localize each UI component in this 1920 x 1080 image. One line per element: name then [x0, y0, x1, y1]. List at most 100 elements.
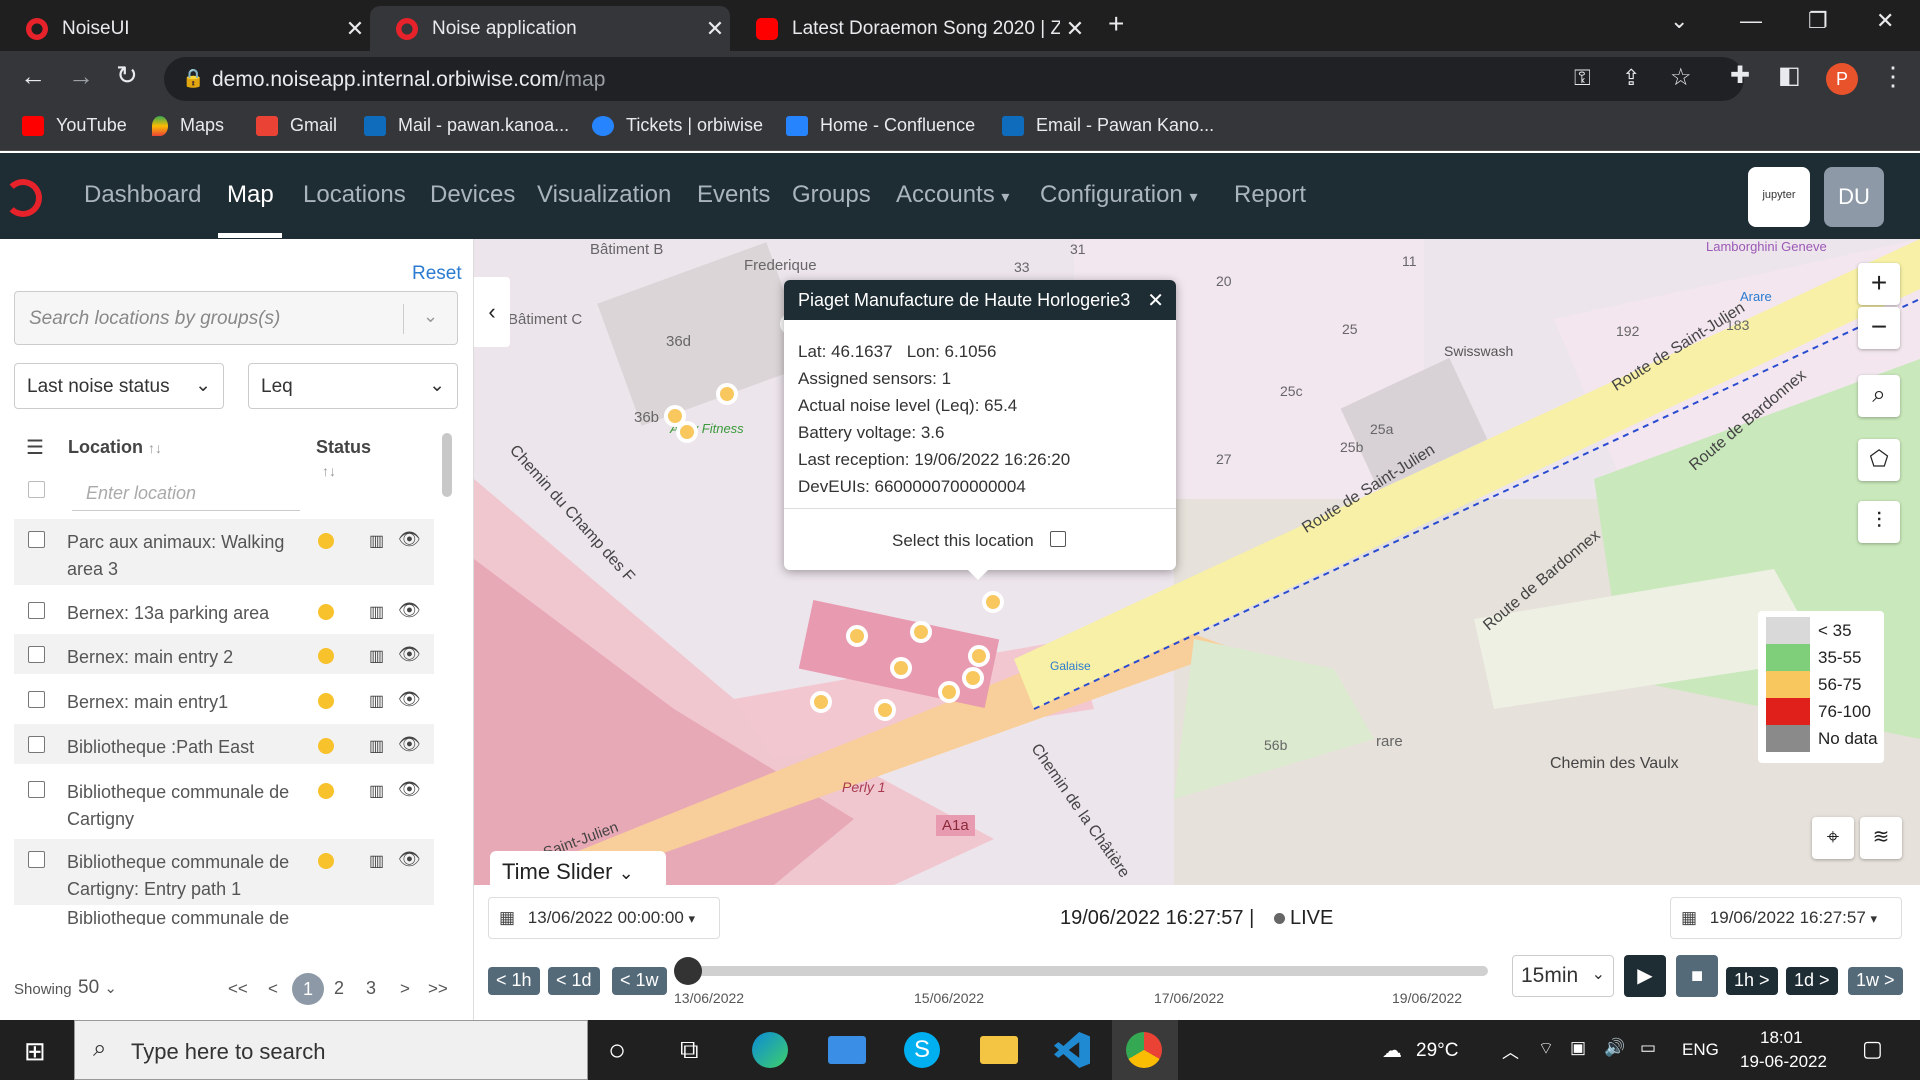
close-icon[interactable]: ✕ — [700, 16, 730, 42]
list-sort-icon[interactable]: ☰ — [26, 435, 44, 460]
live-label[interactable]: LIVE — [1290, 907, 1333, 930]
end-date-picker[interactable]: ▦ 19/06/2022 16:27:57 ▾ — [1670, 897, 1902, 939]
nav-devices[interactable]: Devices — [430, 181, 515, 209]
reset-link[interactable]: Reset — [412, 263, 462, 285]
nav-configuration[interactable]: Configuration ▾ — [1040, 181, 1197, 209]
list-item[interactable]: Bernex: main entry1 ▥ 👁 — [14, 679, 434, 719]
play-button[interactable]: ▶ — [1624, 955, 1666, 997]
cortana-icon[interactable]: ○ — [608, 1034, 626, 1068]
location-marker[interactable] — [982, 591, 1004, 613]
file-explorer-icon[interactable] — [980, 1036, 1018, 1064]
back-1h-button[interactable]: < 1h — [488, 967, 540, 995]
zoom-in-button[interactable]: + — [1858, 263, 1900, 305]
chart-icon[interactable]: ▥ — [369, 691, 384, 711]
show-hidden-icon[interactable]: ︿ — [1502, 1038, 1519, 1063]
window-close-icon[interactable]: ✕ — [1876, 8, 1894, 34]
row-checkbox[interactable] — [28, 646, 45, 663]
tab-search-icon[interactable]: ⌄ — [1670, 8, 1688, 34]
nav-map[interactable]: Map — [227, 181, 274, 209]
nav-accounts[interactable]: Accounts ▾ — [896, 181, 1009, 209]
chart-icon[interactable]: ▥ — [369, 851, 384, 871]
search-icon[interactable]: ⌕ — [1858, 375, 1900, 417]
location-marker[interactable] — [874, 699, 896, 721]
row-checkbox[interactable] — [28, 602, 45, 619]
nav-visualization[interactable]: Visualization — [537, 181, 671, 209]
heatmap-toggle-icon[interactable]: ≋ — [1860, 817, 1902, 859]
interval-select[interactable]: 15min ⌄ — [1512, 955, 1614, 997]
close-icon[interactable]: ✕ — [1147, 288, 1164, 313]
page-3-button[interactable]: 3 — [366, 978, 376, 999]
battery-icon[interactable]: ▭ — [1640, 1038, 1656, 1058]
row-checkbox[interactable] — [28, 691, 45, 708]
time-slider-track[interactable] — [684, 966, 1488, 976]
time-slider-toggle[interactable]: Time Slider ⌄ — [490, 851, 666, 885]
tab-noiseui[interactable]: NoiseUI ✕ — [0, 6, 370, 51]
time-slider-handle[interactable] — [674, 957, 702, 985]
nav-dashboard[interactable]: Dashboard — [84, 181, 201, 209]
star-icon[interactable]: ☆ — [1670, 63, 1692, 92]
minimize-icon[interactable]: — — [1740, 8, 1762, 34]
back-1d-button[interactable]: < 1d — [548, 967, 600, 995]
location-marker[interactable] — [890, 657, 912, 679]
side-panel-icon[interactable]: ◧ — [1778, 61, 1801, 90]
nav-report[interactable]: Report — [1234, 181, 1306, 209]
app-logo-icon[interactable] — [4, 179, 42, 217]
row-checkbox[interactable] — [28, 531, 45, 548]
stop-button[interactable]: ■ — [1676, 955, 1718, 997]
chart-icon[interactable]: ▥ — [369, 781, 384, 801]
new-tab-button[interactable]: + — [1108, 8, 1124, 40]
nav-events[interactable]: Events — [697, 181, 770, 209]
bookmark-maps[interactable]: Maps — [152, 115, 224, 136]
eye-icon[interactable]: 👁 — [398, 600, 421, 621]
skype-icon[interactable]: S — [904, 1032, 940, 1068]
volume-icon[interactable]: 🔊 — [1604, 1038, 1625, 1058]
wifi-icon[interactable]: ⌔ — [1538, 1038, 1554, 1059]
share-icon[interactable]: ⇪ — [1622, 65, 1640, 91]
zoom-out-button[interactable]: − — [1858, 307, 1900, 349]
forward-1w-button[interactable]: 1w > — [1848, 967, 1903, 995]
polygon-select-icon[interactable]: ⬠ — [1858, 439, 1900, 481]
location-column-header[interactable]: Location ↑↓ — [68, 437, 162, 458]
select-location-checkbox[interactable] — [1050, 531, 1066, 547]
bookmark-email[interactable]: Email - Pawan Kano... — [1002, 115, 1214, 136]
next-page-button[interactable]: > — [400, 979, 410, 999]
bookmark-tickets[interactable]: Tickets | orbiwise — [592, 115, 763, 136]
list-item[interactable]: Bibliotheque communale de Cartigny ▥ 👁 — [14, 769, 434, 835]
close-icon[interactable]: ✕ — [340, 16, 370, 42]
location-marker[interactable] — [846, 625, 868, 647]
network-icon[interactable]: ▣ — [1570, 1038, 1586, 1058]
list-item[interactable]: Parc aux animaux: Walking area 3 ▥ 👁 — [14, 519, 434, 585]
profile-avatar[interactable]: P — [1826, 63, 1858, 95]
eye-icon[interactable]: 👁 — [398, 644, 421, 665]
user-avatar[interactable]: DU — [1824, 167, 1884, 227]
prev-page-button[interactable]: < — [268, 979, 278, 999]
list-item[interactable]: Bibliotheque :Path East ▥ 👁 — [14, 724, 434, 764]
chart-icon[interactable]: ▥ — [369, 602, 384, 622]
page-2-button[interactable]: 2 — [334, 978, 344, 999]
eye-icon[interactable]: 👁 — [398, 849, 421, 870]
list-item[interactable]: Bernex: 13a parking area ▥ 👁 — [14, 590, 434, 630]
start-date-picker[interactable]: ▦ 13/06/2022 00:00:00 ▾ — [488, 897, 720, 939]
row-checkbox[interactable] — [28, 736, 45, 753]
group-search-input[interactable]: Search locations by groups(s) ⌄ — [14, 291, 458, 345]
location-marker[interactable] — [968, 645, 990, 667]
list-scrollbar[interactable] — [442, 433, 452, 497]
chart-icon[interactable]: ▥ — [369, 646, 384, 666]
tab-noise-application[interactable]: Noise application ✕ — [370, 6, 730, 51]
windows-start-icon[interactable]: ⊞ — [24, 1036, 46, 1067]
bookmark-youtube[interactable]: YouTube — [22, 115, 127, 136]
last-page-button[interactable]: >> — [428, 979, 448, 999]
restore-icon[interactable]: ❐ — [1808, 8, 1828, 34]
menu-icon[interactable]: ⋮ — [1880, 61, 1906, 92]
eye-icon[interactable]: 👁 — [398, 734, 421, 755]
clock-date[interactable]: 19-06-2022 — [1740, 1052, 1827, 1072]
metric-select[interactable]: Leq ⌄ — [248, 363, 458, 409]
jupyter-button[interactable]: jupyter — [1748, 167, 1810, 227]
location-marker[interactable] — [716, 383, 738, 405]
chart-icon[interactable]: ▥ — [369, 736, 384, 756]
location-filter-input[interactable]: Enter location — [72, 473, 300, 511]
eye-icon[interactable]: 👁 — [398, 689, 421, 710]
eye-icon[interactable]: 👁 — [398, 529, 421, 550]
nav-groups[interactable]: Groups — [792, 181, 871, 209]
edge-icon[interactable] — [752, 1032, 788, 1068]
